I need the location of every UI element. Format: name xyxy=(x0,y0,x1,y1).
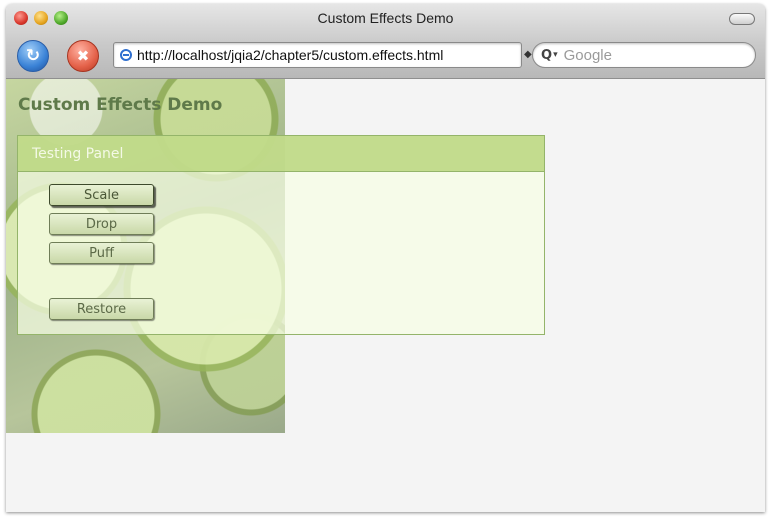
address-dropdown-icon[interactable]: ◆ xyxy=(524,49,532,60)
globe-icon xyxy=(120,49,132,61)
toolbar-toggle-button[interactable] xyxy=(729,13,755,25)
search-field[interactable]: Q ▾ Google xyxy=(532,42,756,68)
search-placeholder[interactable]: Google xyxy=(564,47,612,64)
scale-button[interactable]: Scale xyxy=(49,184,154,206)
reload-icon: ↻ xyxy=(25,46,41,66)
panel-title: Testing Panel xyxy=(32,145,124,162)
reload-button[interactable]: ↻ xyxy=(17,40,49,72)
drop-button[interactable]: Drop xyxy=(49,213,154,235)
address-bar[interactable]: http://localhost/jqia2/chapter5/custom.e… xyxy=(113,42,522,68)
page-content: Custom Effects Demo Testing Panel Scale … xyxy=(6,79,765,512)
stop-icon: ✖ xyxy=(76,47,90,65)
panel-header: Testing Panel xyxy=(18,136,544,172)
restore-button[interactable]: Restore xyxy=(49,298,154,320)
puff-button[interactable]: Puff xyxy=(49,242,154,264)
window-title: Custom Effects Demo xyxy=(317,10,454,26)
testing-panel: Testing Panel Scale Drop Puff Restore xyxy=(17,135,545,335)
address-url[interactable]: http://localhost/jqia2/chapter5/custom.e… xyxy=(137,47,443,63)
browser-titlebar: Custom Effects Demo ↻ ✖ http://localhost… xyxy=(6,4,765,79)
chevron-down-icon[interactable]: ▾ xyxy=(553,50,558,60)
page-title: Custom Effects Demo xyxy=(18,95,223,115)
browser-window: Custom Effects Demo ↻ ✖ http://localhost… xyxy=(6,4,765,512)
search-icon[interactable]: Q xyxy=(541,48,552,63)
stop-button[interactable]: ✖ xyxy=(67,40,99,72)
